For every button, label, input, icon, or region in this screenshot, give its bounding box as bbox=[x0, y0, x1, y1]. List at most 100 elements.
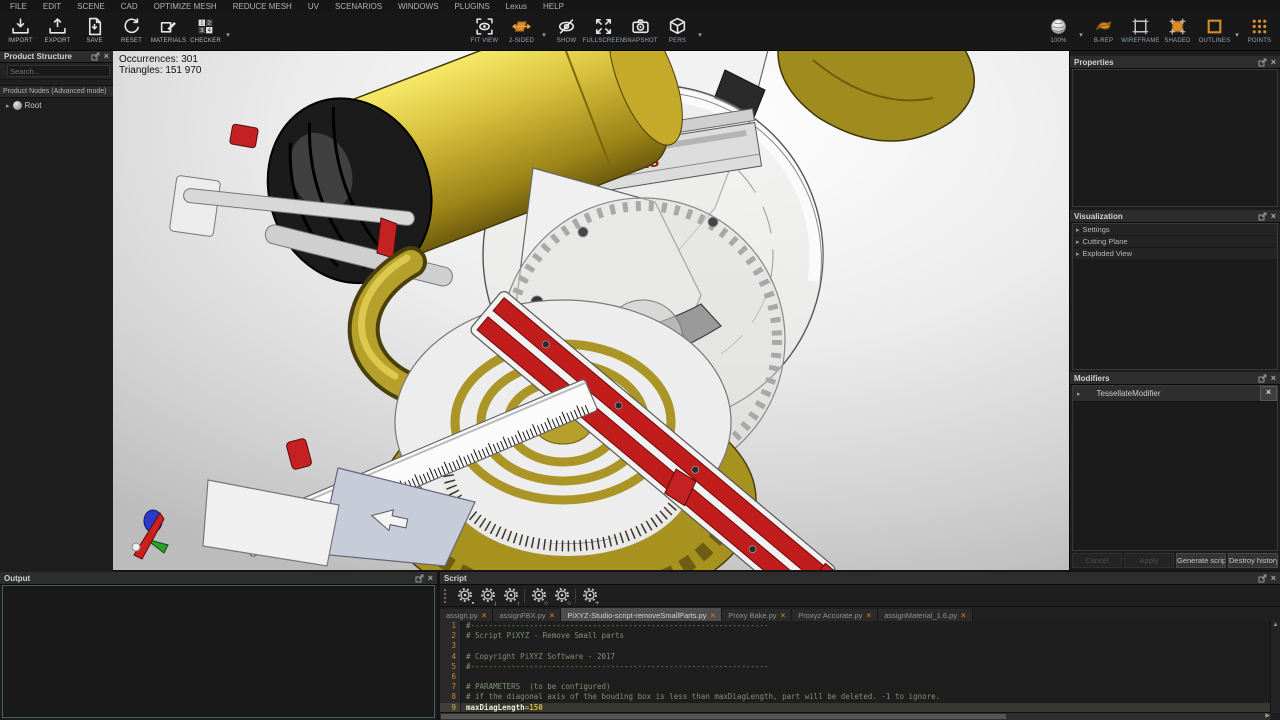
brep-button[interactable]: B-REP bbox=[1085, 14, 1122, 44]
menu-cad[interactable]: CAD bbox=[113, 2, 146, 11]
plus-badge-icon: + bbox=[595, 600, 599, 607]
expand-arrow-icon[interactable]: ▸ bbox=[1077, 390, 1081, 398]
modifier-actions: Cancel Apply Generate script Destroy his… bbox=[1072, 553, 1278, 568]
checker-dropdown-caret[interactable]: ▾ bbox=[224, 31, 232, 39]
zoom-dropdown-caret[interactable]: ▾ bbox=[1077, 31, 1085, 39]
run-badge-icon: ○ bbox=[544, 600, 548, 607]
destroy-history-button[interactable]: Destroy history bbox=[1228, 553, 1278, 568]
checker-button[interactable]: 1 2 3 4 CHECKER bbox=[187, 14, 224, 44]
export-button[interactable]: EXPORT bbox=[39, 14, 76, 44]
materials-button[interactable]: MATERIALS bbox=[150, 14, 187, 44]
run-selection-button[interactable]: ○ bbox=[552, 587, 571, 605]
close-icon[interactable]: × bbox=[428, 574, 433, 583]
save-button[interactable]: SAVE bbox=[76, 14, 113, 44]
run-script-button[interactable]: ○ bbox=[529, 587, 548, 605]
remove-modifier-button[interactable]: × bbox=[1260, 386, 1277, 401]
show-button[interactable]: SHOW bbox=[548, 14, 585, 44]
toolbar-group-render: 100% ▾ B-REP WIREFRAME bbox=[1040, 14, 1278, 44]
output-header: Output × bbox=[0, 572, 437, 585]
popout-icon[interactable] bbox=[1258, 374, 1267, 383]
add-script-button[interactable]: + bbox=[580, 587, 599, 605]
menu-uv[interactable]: UV bbox=[300, 2, 327, 11]
perspective-dropdown-caret[interactable]: ▾ bbox=[696, 31, 704, 39]
apply-button[interactable]: Apply bbox=[1124, 553, 1174, 568]
visualization-item-settings[interactable]: ▸ Settings bbox=[1073, 224, 1277, 236]
fit-view-icon bbox=[475, 16, 494, 37]
reset-button[interactable]: RESET bbox=[113, 14, 150, 44]
visualization-item-exploded-view[interactable]: ▸ Exploded View bbox=[1073, 248, 1277, 260]
visualization-item-cutting-plane[interactable]: ▸ Cutting Plane bbox=[1073, 236, 1277, 248]
close-tab-icon[interactable]: × bbox=[866, 611, 871, 620]
close-tab-icon[interactable]: × bbox=[781, 611, 786, 620]
download-badge-icon: ↓ bbox=[494, 600, 497, 607]
menu-help[interactable]: HELP bbox=[535, 2, 572, 11]
two-sided-button[interactable]: 2-SIDED bbox=[503, 14, 540, 44]
menu-file[interactable]: FILE bbox=[2, 2, 35, 11]
close-tab-icon[interactable]: × bbox=[550, 611, 555, 620]
modifiers-content: ▸ TessellateModifier × bbox=[1072, 385, 1278, 551]
outlines-dropdown-caret[interactable]: ▾ bbox=[1233, 31, 1241, 39]
wireframe-button[interactable]: WIREFRAME bbox=[1122, 14, 1159, 44]
shaded-button[interactable]: SHADED bbox=[1159, 14, 1196, 44]
outlines-button[interactable]: OUTLINES bbox=[1196, 14, 1233, 44]
two-sided-icon bbox=[512, 16, 531, 37]
new-badge-icon: ▪ bbox=[472, 600, 474, 607]
close-icon[interactable]: × bbox=[1271, 374, 1276, 383]
properties-header: Properties × bbox=[1070, 56, 1280, 69]
popout-icon[interactable] bbox=[1258, 58, 1267, 67]
expand-arrow-icon: ▸ bbox=[1076, 226, 1080, 234]
brep-surface-icon bbox=[1094, 16, 1113, 37]
close-icon[interactable]: × bbox=[1271, 58, 1276, 67]
output-panel: Output × bbox=[0, 572, 437, 720]
close-tab-icon[interactable]: × bbox=[961, 611, 966, 620]
code-line: 4# Copyright PiXYZ Software - 2017 bbox=[440, 652, 1271, 662]
close-tab-icon[interactable]: × bbox=[482, 611, 487, 620]
zoom-100-button[interactable]: 100% bbox=[1040, 14, 1077, 44]
menu-lexus[interactable]: Lexus bbox=[498, 2, 535, 11]
save-script-button[interactable]: ↑ bbox=[501, 587, 520, 605]
tab-remove-small-parts[interactable]: PiXYZ-Studio-script-removeSmallParts.py× bbox=[561, 608, 722, 622]
points-button[interactable]: POINTS bbox=[1241, 14, 1278, 44]
new-script-button[interactable]: ▪ bbox=[455, 587, 474, 605]
fullscreen-button[interactable]: FULLSCREEN bbox=[585, 14, 622, 44]
close-icon[interactable]: × bbox=[104, 52, 109, 61]
code-line: 8# if the diagonal axis of the bouding b… bbox=[440, 692, 1271, 702]
popout-icon[interactable] bbox=[1258, 212, 1267, 221]
snapshot-button[interactable]: SNAPSHOT bbox=[622, 14, 659, 44]
menu-scenarios[interactable]: SCENARIOS bbox=[327, 2, 390, 11]
code-editor[interactable]: 1#--------------------------------------… bbox=[440, 621, 1271, 713]
close-icon[interactable]: × bbox=[1271, 212, 1276, 221]
close-icon[interactable]: × bbox=[1271, 574, 1276, 583]
popout-icon[interactable] bbox=[91, 52, 100, 61]
perspective-button[interactable]: PERS bbox=[659, 14, 696, 44]
scroll-up-arrow-icon[interactable]: ▲ bbox=[1271, 621, 1280, 629]
toolbar-grip-handle[interactable] bbox=[444, 589, 449, 603]
popout-icon[interactable] bbox=[1258, 574, 1267, 583]
modifier-tessellate[interactable]: ▸ TessellateModifier × bbox=[1073, 386, 1277, 402]
menu-edit[interactable]: EDIT bbox=[35, 2, 69, 11]
scrollbar-thumb[interactable] bbox=[441, 714, 1006, 719]
vertical-scrollbar[interactable]: ▲ bbox=[1270, 621, 1280, 713]
horizontal-scrollbar[interactable]: ▶ bbox=[440, 712, 1271, 720]
menu-reduce-mesh[interactable]: REDUCE MESH bbox=[225, 2, 300, 11]
menu-plugins[interactable]: PLUGINS bbox=[447, 2, 498, 11]
points-icon bbox=[1250, 16, 1269, 37]
tree-item-root[interactable]: ▸ Root bbox=[0, 98, 113, 112]
output-log-area[interactable] bbox=[2, 585, 435, 718]
menu-optimize-mesh[interactable]: OPTIMIZE MESH bbox=[146, 2, 225, 11]
open-script-button[interactable]: ↓ bbox=[478, 587, 497, 605]
expand-arrow-icon[interactable]: ▸ bbox=[6, 102, 10, 110]
two-sided-dropdown-caret[interactable]: ▾ bbox=[540, 31, 548, 39]
fit-view-button[interactable]: FIT VIEW bbox=[466, 14, 503, 44]
cancel-button[interactable]: Cancel bbox=[1072, 553, 1122, 568]
scroll-right-arrow-icon[interactable]: ▶ bbox=[1265, 713, 1270, 720]
menu-scene[interactable]: SCENE bbox=[69, 2, 113, 11]
import-button[interactable]: IMPORT bbox=[2, 14, 39, 44]
popout-icon[interactable] bbox=[415, 574, 424, 583]
toolbar-separator bbox=[575, 589, 576, 603]
viewport-3d[interactable]: Occurrences: 301 Triangles: 151 970 bbox=[113, 50, 1070, 570]
menu-windows[interactable]: WINDOWS bbox=[390, 2, 446, 11]
generate-script-button[interactable]: Generate script bbox=[1176, 553, 1226, 568]
search-input[interactable] bbox=[7, 65, 110, 77]
close-tab-icon[interactable]: × bbox=[711, 611, 716, 620]
